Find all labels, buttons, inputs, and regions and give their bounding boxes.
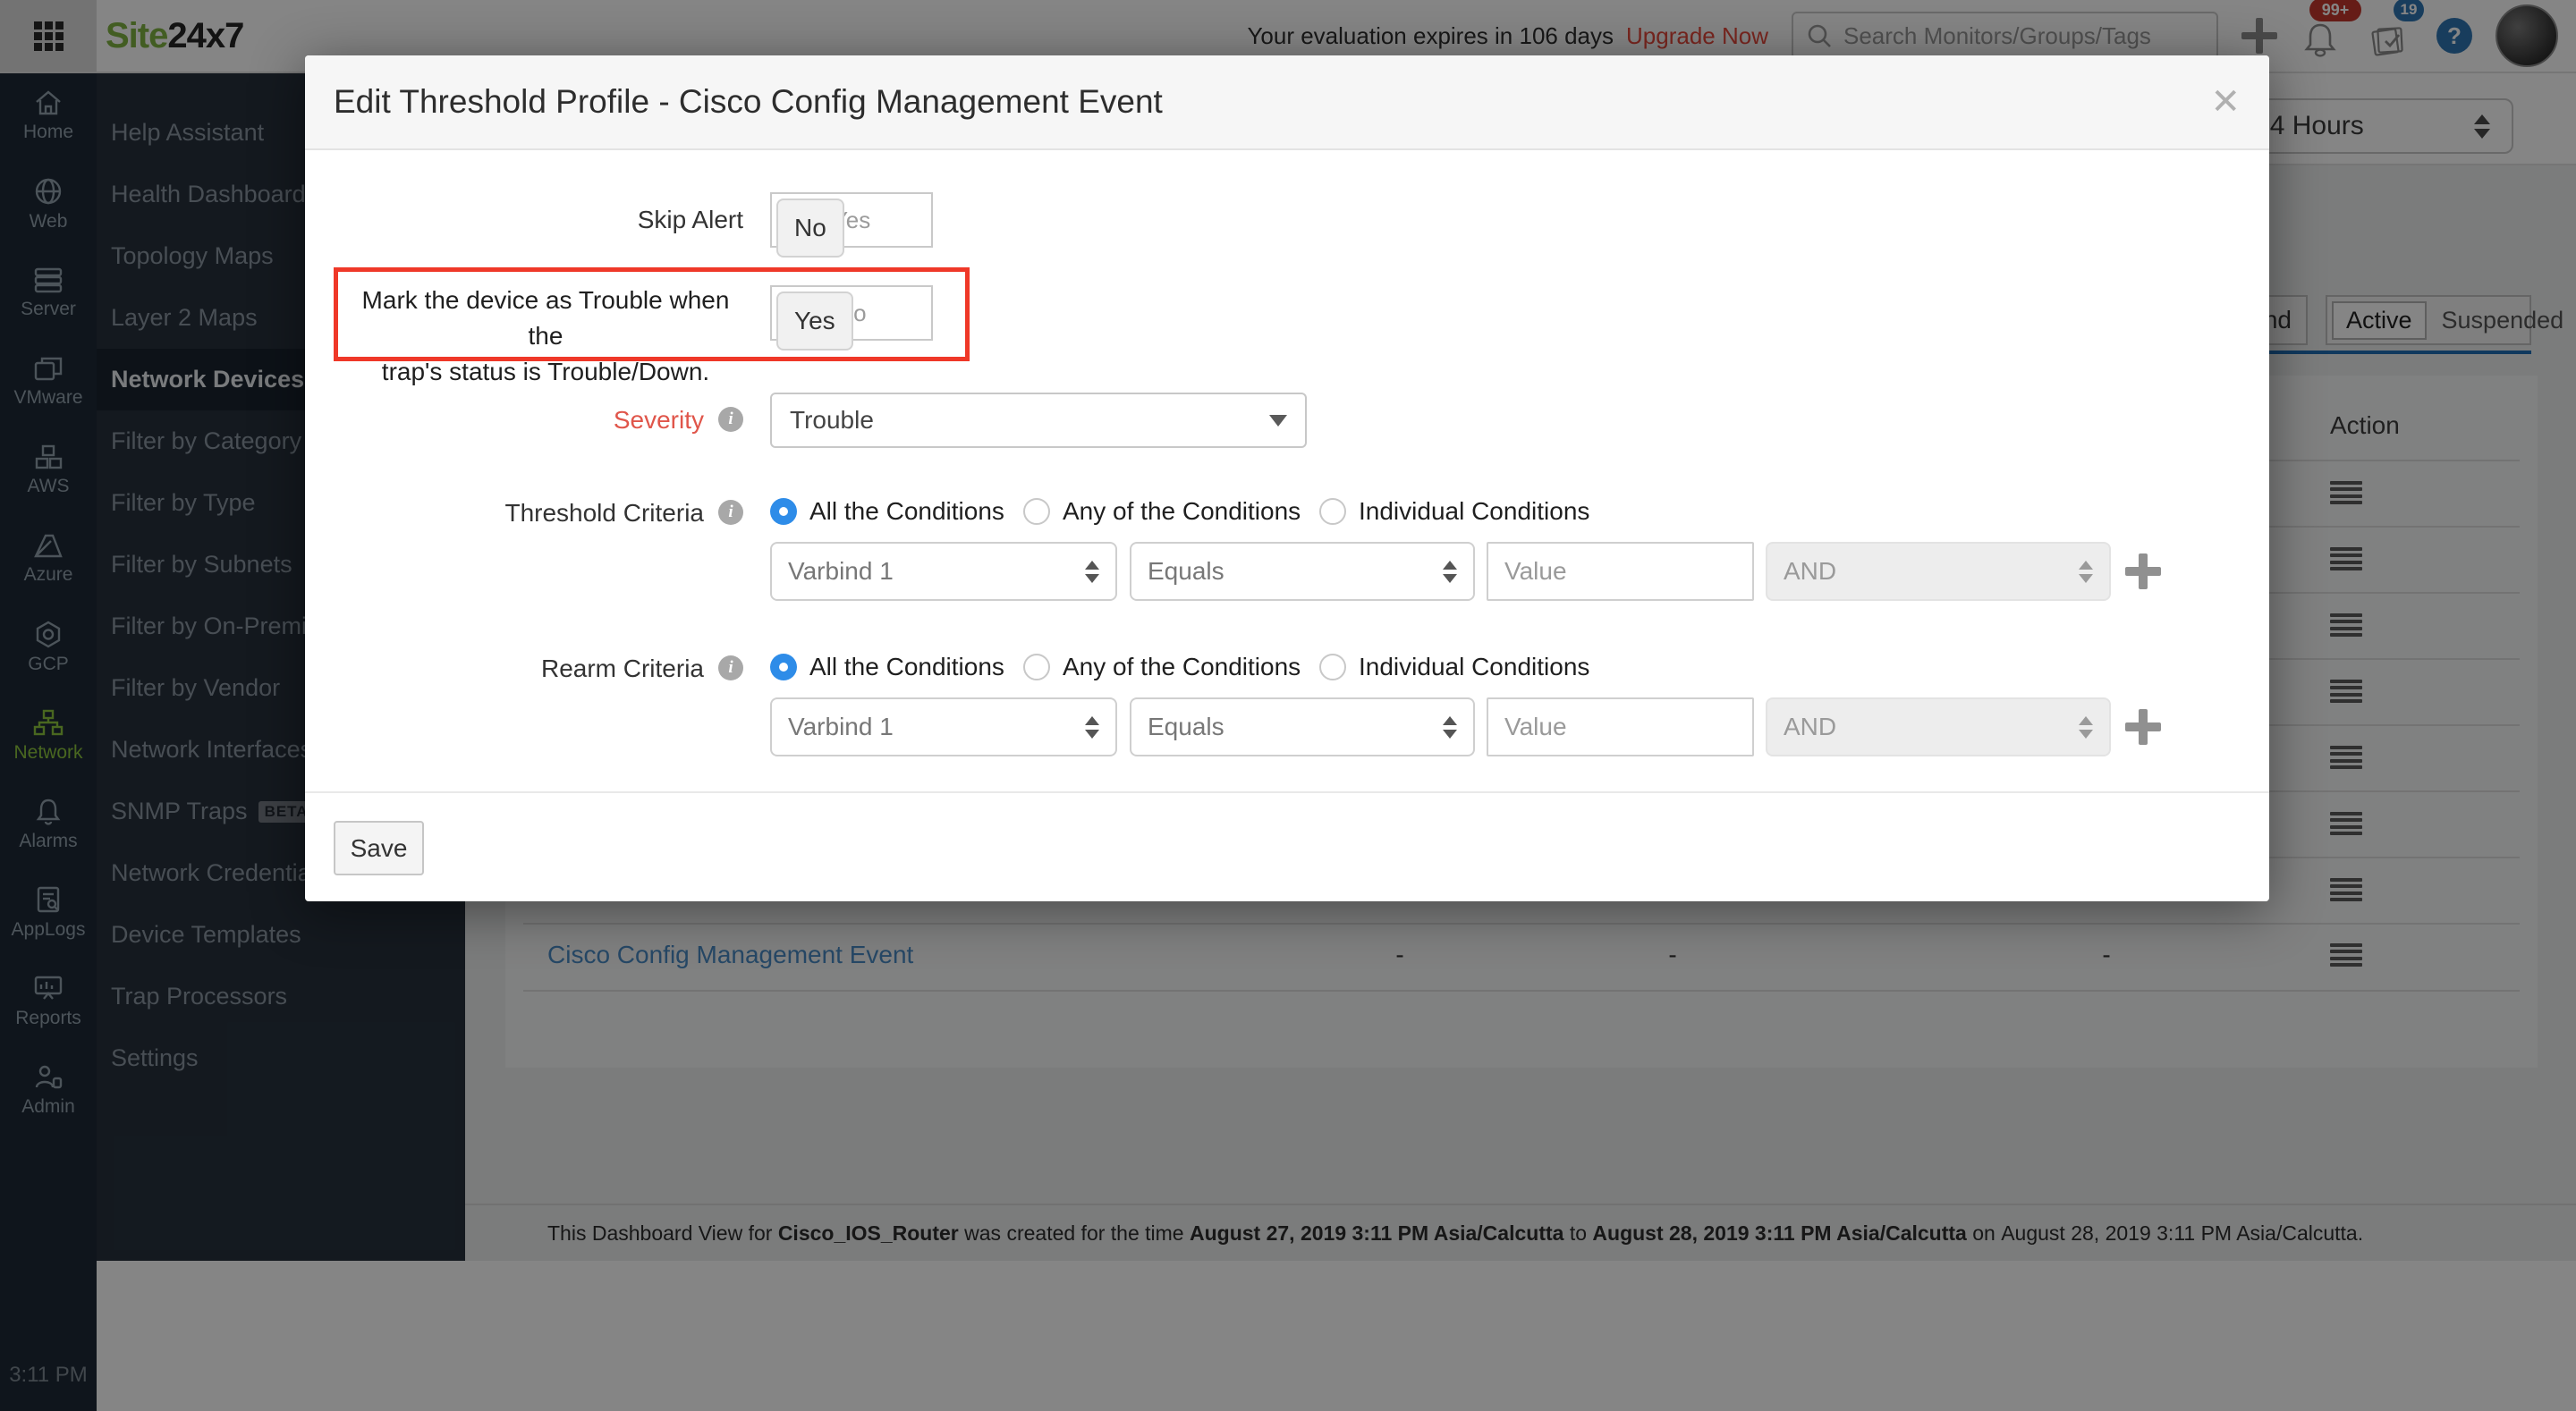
footer-divider: [305, 791, 2269, 793]
severity-label: Severity: [334, 406, 704, 435]
select-arrows-icon: [2079, 561, 2093, 583]
rearm-radio-all[interactable]: All the Conditions: [770, 653, 1004, 681]
threshold-logic-select: AND: [1766, 542, 2111, 601]
select-arrows-icon: [1085, 561, 1099, 583]
rearm-logic-select: AND: [1766, 697, 2111, 756]
threshold-radio-any[interactable]: Any of the Conditions: [1023, 497, 1301, 526]
skip-alert-row: Skip Alert Yes No: [334, 192, 2241, 248]
dialog-header: Edit Threshold Profile - Cisco Config Ma…: [305, 55, 2269, 150]
threshold-value-input[interactable]: [1487, 542, 1754, 601]
rearm-varbind-select[interactable]: Varbind 1: [770, 697, 1117, 756]
save-button[interactable]: Save: [334, 821, 424, 875]
rearm-condition-row: Varbind 1 Equals AND: [334, 697, 2241, 756]
radio-selected-icon: [770, 654, 797, 680]
rearm-criteria-row: Rearm Criteria i All the Conditions Any …: [334, 653, 2241, 683]
skip-alert-no[interactable]: No: [776, 199, 844, 258]
annotation-highlight-box: Mark the device as Trouble when the trap…: [334, 267, 970, 361]
mark-trouble-toggle[interactable]: Yes No: [770, 285, 933, 341]
threshold-criteria-row: Threshold Criteria i All the Conditions …: [334, 497, 2241, 528]
info-icon[interactable]: i: [718, 407, 743, 432]
select-arrows-icon: [1443, 561, 1457, 583]
chevron-down-icon: [1269, 415, 1287, 427]
mark-trouble-yes[interactable]: Yes: [776, 291, 853, 351]
rearm-value-input[interactable]: [1487, 697, 1754, 756]
rearm-radio-individual[interactable]: Individual Conditions: [1319, 653, 1589, 681]
threshold-criteria-label: Threshold Criteria: [334, 499, 704, 528]
threshold-varbind-select[interactable]: Varbind 1: [770, 542, 1117, 601]
threshold-operator-select[interactable]: Equals: [1130, 542, 1475, 601]
select-arrows-icon: [2079, 716, 2093, 739]
add-condition-icon[interactable]: [2125, 553, 2161, 589]
rearm-criteria-label: Rearm Criteria: [334, 655, 704, 683]
select-arrows-icon: [1085, 716, 1099, 739]
threshold-radio-individual[interactable]: Individual Conditions: [1319, 497, 1589, 526]
threshold-radio-all[interactable]: All the Conditions: [770, 497, 1004, 526]
rearm-operator-select[interactable]: Equals: [1130, 697, 1475, 756]
severity-row: Severity i Trouble: [334, 393, 2241, 448]
radio-selected-icon: [770, 498, 797, 525]
info-icon[interactable]: i: [718, 655, 743, 680]
close-icon[interactable]: ✕: [2210, 84, 2241, 120]
severity-select[interactable]: Trouble: [770, 393, 1307, 448]
mark-trouble-label: Mark the device as Trouble when the trap…: [343, 283, 748, 390]
skip-alert-label: Skip Alert: [334, 206, 743, 234]
dialog-title: Edit Threshold Profile - Cisco Config Ma…: [334, 83, 1163, 121]
threshold-condition-row: Varbind 1 Equals AND: [334, 542, 2241, 601]
select-arrows-icon: [1443, 716, 1457, 739]
rearm-radio-any[interactable]: Any of the Conditions: [1023, 653, 1301, 681]
info-icon[interactable]: i: [718, 500, 743, 525]
radio-icon: [1023, 654, 1050, 680]
skip-alert-toggle[interactable]: Yes No: [770, 192, 933, 248]
site24x7-app: Site24x7 Your evaluation expires in 106 …: [0, 0, 2576, 1411]
radio-icon: [1023, 498, 1050, 525]
add-condition-icon[interactable]: [2125, 709, 2161, 745]
edit-threshold-profile-dialog: Edit Threshold Profile - Cisco Config Ma…: [305, 55, 2269, 901]
radio-icon: [1319, 498, 1346, 525]
radio-icon: [1319, 654, 1346, 680]
